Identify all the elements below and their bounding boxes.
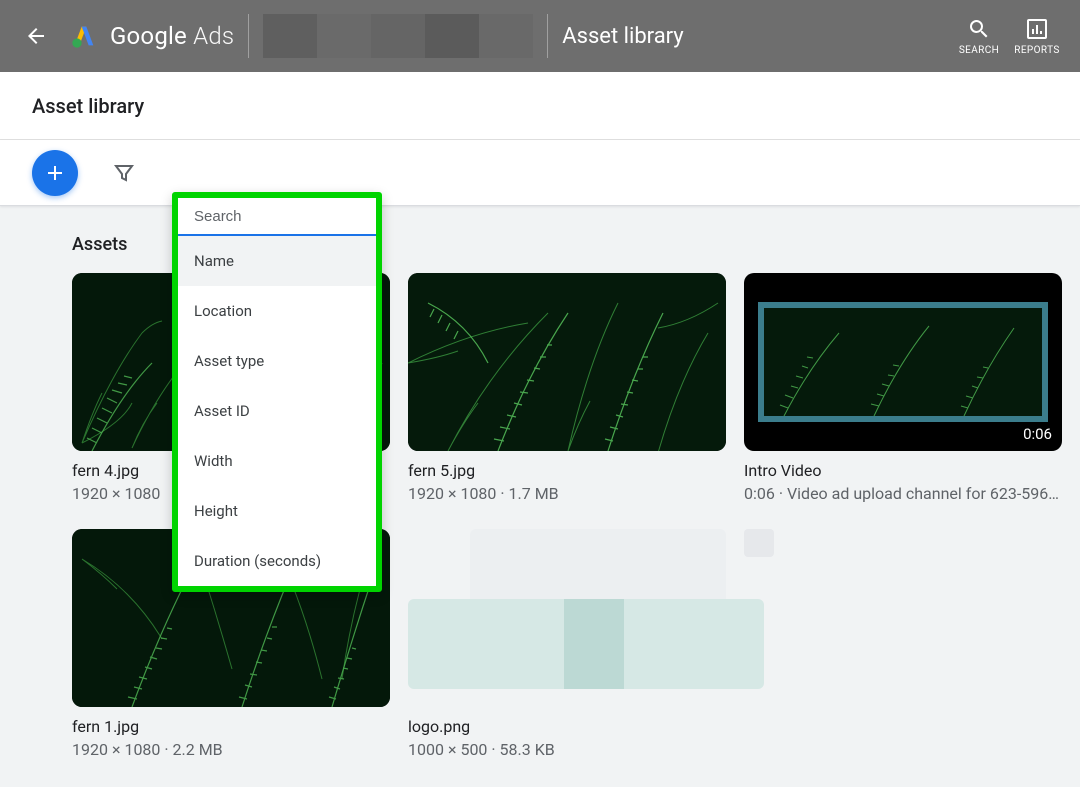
asset-name: Intro Video [744,461,1062,480]
asset-thumbnail [408,273,726,451]
asset-meta: 1920 × 1080 · 2.2 MB [72,740,390,759]
asset-meta: 1920 × 1080 · 1.7 MB [408,484,726,503]
asset-thumbnail-video: 0:06 [744,273,1062,451]
header-divider [248,14,249,58]
content-area: Name Location Asset type Asset ID Width … [0,206,1080,787]
add-button[interactable] [32,150,78,196]
page-title: Asset library [32,94,144,118]
asset-name: fern 5.jpg [408,461,726,480]
filter-option-location[interactable]: Location [178,286,376,336]
toolbar [0,140,1080,206]
filter-dropdown: Name Location Asset type Asset ID Width … [172,192,382,592]
breadcrumb: Asset library [562,24,683,49]
brand-ads: Ads [193,22,234,50]
filter-option-asset-id[interactable]: Asset ID [178,386,376,436]
filter-icon [112,161,136,185]
brand-google: Google [110,22,187,50]
google-ads-logo-icon [70,22,98,50]
asset-meta: 1000 × 500 · 58.3 KB [408,740,726,759]
filter-options-list: Name Location Asset type Asset ID Width … [178,236,376,586]
page-subheader: Asset library [0,72,1080,140]
filter-option-asset-type[interactable]: Asset type [178,336,376,386]
header-divider [547,14,548,58]
plus-icon [43,161,67,185]
asset-name: logo.png [408,717,726,736]
filter-search-input[interactable] [194,208,393,225]
asset-card[interactable]: fern 5.jpg 1920 × 1080 · 1.7 MB [408,273,726,503]
asset-meta: 0:06 · Video ad upload channel for 623-5… [744,484,1062,503]
back-arrow-icon[interactable] [24,24,48,48]
app-header: Google Ads Asset library SEARCH REPORTS [0,0,1080,72]
reports-button[interactable]: REPORTS [1008,17,1066,56]
filter-option-duration[interactable]: Duration (seconds) [178,536,376,586]
filter-option-name[interactable]: Name [178,236,376,286]
filter-option-height[interactable]: Height [178,486,376,536]
reports-icon [1025,17,1049,41]
asset-name: fern 1.jpg [72,717,390,736]
filter-button[interactable] [112,161,136,185]
video-duration-badge: 0:06 [1023,425,1052,443]
asset-card[interactable]: logo.png 1000 × 500 · 58.3 KB [408,529,726,759]
asset-thumbnail-placeholder [408,529,726,707]
filter-option-width[interactable]: Width [178,436,376,486]
search-icon [967,17,991,41]
filter-search-row [178,198,376,236]
search-button[interactable]: SEARCH [950,17,1008,56]
account-info-redacted [263,14,533,58]
reports-label: REPORTS [1014,45,1059,56]
search-label: SEARCH [959,45,999,56]
asset-card[interactable]: 0:06 Intro Video 0:06 · Video ad upload … [744,273,1062,503]
brand-text: Google Ads [110,22,234,50]
